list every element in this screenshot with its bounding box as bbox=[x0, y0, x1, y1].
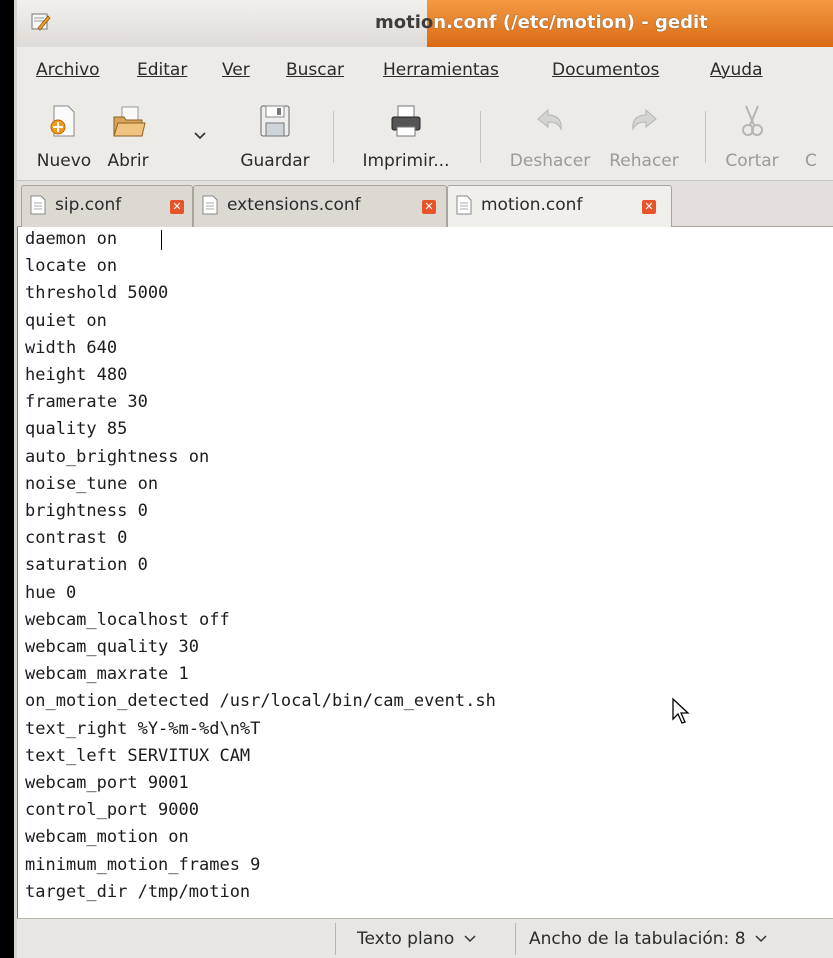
redo-button[interactable]: Rehacer bbox=[599, 97, 689, 177]
editor-line[interactable]: webcam_localhost off bbox=[25, 609, 230, 632]
menu-buscar[interactable]: Buscar bbox=[286, 60, 344, 80]
text-editor[interactable]: daemon on locate on threshold 5000 quiet on… bbox=[17, 227, 833, 918]
tab-width-selector[interactable]: Ancho de la tabulación: 8 bbox=[529, 929, 767, 949]
menu-ver[interactable]: Ver bbox=[222, 60, 250, 80]
menu-archivo[interactable]: Archivo bbox=[36, 60, 100, 80]
menu-bar: Archivo Editar Ver Buscar Herramientas D… bbox=[17, 47, 833, 93]
undo-icon bbox=[537, 108, 562, 131]
editor-line[interactable]: target_dir /tmp/motion bbox=[25, 881, 250, 904]
status-bar: Texto plano Ancho de la tabulación: 8 bbox=[17, 918, 833, 958]
editor-line[interactable]: webcam_maxrate 1 bbox=[25, 663, 189, 686]
text-caret bbox=[161, 230, 162, 250]
print-button[interactable]: Imprimir... bbox=[347, 97, 465, 177]
tab-extensions-conf[interactable]: extensions.conf ✕ bbox=[193, 185, 447, 227]
editor-line[interactable]: webcam_quality 30 bbox=[25, 636, 199, 659]
chevron-down-icon bbox=[464, 935, 476, 943]
editor-line[interactable]: hue 0 bbox=[25, 582, 76, 605]
editor-line[interactable]: height 480 bbox=[25, 364, 127, 387]
text-document-icon bbox=[202, 195, 218, 215]
chevron-down-icon[interactable] bbox=[193, 129, 207, 143]
editor-line[interactable]: quality 85 bbox=[25, 418, 127, 441]
copy-button[interactable]: C bbox=[805, 97, 833, 177]
editor-line[interactable]: daemon on bbox=[25, 228, 117, 251]
editor-line[interactable]: text_right %Y-%m-%d\n%T bbox=[25, 718, 260, 741]
tab-close-icon[interactable]: ✕ bbox=[170, 200, 184, 214]
menu-documentos[interactable]: Documentos bbox=[552, 60, 659, 80]
tab-motion-conf[interactable]: motion.conf ✕ bbox=[447, 185, 672, 228]
editor-line[interactable]: webcam_port 9001 bbox=[25, 772, 189, 795]
scissors-icon bbox=[742, 105, 763, 136]
editor-line[interactable]: saturation 0 bbox=[25, 554, 148, 577]
save-icon bbox=[260, 105, 290, 137]
open-button[interactable]: Abrir bbox=[97, 97, 159, 177]
editor-line[interactable]: locate on bbox=[25, 255, 117, 278]
menu-ayuda[interactable]: Ayuda bbox=[710, 60, 763, 80]
cut-button[interactable]: Cortar bbox=[717, 97, 787, 177]
mouse-pointer-icon bbox=[672, 697, 690, 724]
save-button[interactable]: Guardar bbox=[229, 97, 321, 177]
editor-line[interactable]: contrast 0 bbox=[25, 527, 127, 550]
gedit-app-icon[interactable] bbox=[29, 10, 51, 32]
menu-herramientas[interactable]: Herramientas bbox=[383, 60, 499, 80]
language-selector[interactable]: Texto plano bbox=[357, 929, 476, 949]
editor-line[interactable]: webcam_motion on bbox=[25, 826, 189, 849]
editor-line[interactable]: minimum_motion_frames 9 bbox=[25, 854, 260, 877]
tab-close-icon[interactable]: ✕ bbox=[422, 200, 436, 214]
editor-line[interactable]: framerate 30 bbox=[25, 391, 148, 414]
open-folder-icon bbox=[113, 106, 146, 137]
tab-bar: sip.conf ✕ extensions.conf ✕ motion.conf… bbox=[17, 181, 833, 228]
window-frame-left bbox=[0, 0, 14, 958]
menu-editar[interactable]: Editar bbox=[137, 60, 187, 80]
chevron-down-icon bbox=[755, 935, 767, 943]
title-bar[interactable]: motion.conf (/etc/motion) - gedit bbox=[17, 0, 833, 47]
tab-sip-conf[interactable]: sip.conf ✕ bbox=[21, 185, 193, 227]
new-document-icon bbox=[50, 105, 75, 137]
editor-line[interactable]: threshold 5000 bbox=[25, 282, 168, 305]
editor-line[interactable]: brightness 0 bbox=[25, 500, 148, 523]
printer-icon bbox=[391, 105, 421, 137]
editor-line[interactable]: quiet on bbox=[25, 310, 107, 333]
toolbar: Nuevo Abrir Guardar Imprimir... Deshacer… bbox=[17, 93, 833, 181]
redo-icon bbox=[632, 108, 657, 131]
editor-line[interactable]: on_motion_detected /usr/local/bin/cam_ev… bbox=[25, 690, 496, 713]
text-document-icon bbox=[30, 195, 46, 215]
tab-close-icon[interactable]: ✕ bbox=[642, 200, 656, 214]
text-document-icon bbox=[456, 195, 472, 215]
gedit-window: motion.conf (/etc/motion) - gedit Archiv… bbox=[0, 0, 833, 958]
editor-line[interactable]: control_port 9000 bbox=[25, 799, 199, 822]
window-title: motion.conf (/etc/motion) - gedit bbox=[375, 12, 708, 33]
new-button[interactable]: Nuevo bbox=[29, 97, 99, 177]
undo-button[interactable]: Deshacer bbox=[501, 97, 599, 177]
editor-line[interactable]: auto_brightness on bbox=[25, 446, 209, 469]
editor-line[interactable]: noise_tune on bbox=[25, 473, 158, 496]
editor-line[interactable]: text_left SERVITUX CAM bbox=[25, 745, 250, 768]
editor-line[interactable]: width 640 bbox=[25, 337, 117, 360]
